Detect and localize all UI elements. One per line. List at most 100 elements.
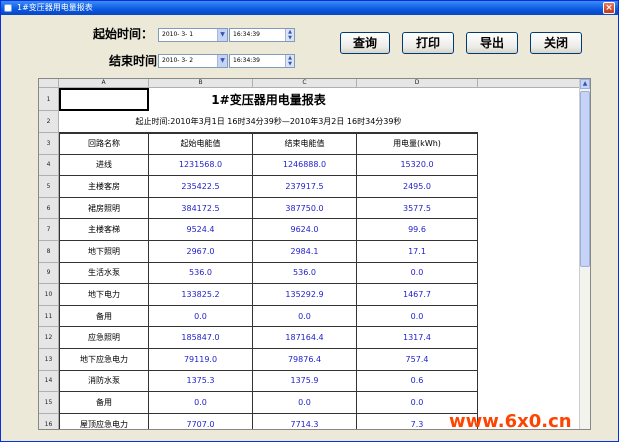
energy-value-cell[interactable]: 237917.5	[253, 176, 357, 198]
circuit-name-cell[interactable]: 地下电力	[59, 284, 149, 306]
column-header-d[interactable]: D	[357, 79, 478, 88]
circuit-name-cell[interactable]: 生活水泵	[59, 262, 149, 285]
energy-value-cell[interactable]: 757.4	[357, 349, 478, 371]
circuit-name-cell[interactable]: 地下照明	[59, 241, 149, 263]
energy-value-cell[interactable]: 2984.1	[253, 241, 357, 263]
energy-value-cell[interactable]: 15320.0	[357, 154, 478, 177]
circuit-name-cell[interactable]: 主楼客梯	[59, 219, 149, 241]
energy-value-cell[interactable]: 2495.0	[357, 176, 478, 198]
selected-cell-a1[interactable]	[59, 88, 149, 111]
end-date-picker[interactable]: 2010- 3- 2 ▼	[158, 54, 228, 68]
energy-value-cell[interactable]: 1246888.0	[253, 154, 357, 177]
energy-value-cell[interactable]: 9524.4	[149, 219, 253, 241]
spinner-arrows-icon[interactable]: ▲ ▼	[285, 55, 294, 67]
energy-value-cell[interactable]: 187164.4	[253, 327, 357, 349]
report-window: 1#变压器用电量报表 × 起始时间： 2010- 3- 1 ▼ 16:34:39…	[0, 0, 619, 442]
energy-value-cell[interactable]: 185847.0	[149, 327, 253, 349]
circuit-name-cell[interactable]: 备用	[59, 305, 149, 328]
row-header[interactable]: 9	[39, 262, 59, 285]
start-time-spinner[interactable]: 16:34:39 ▲ ▼	[229, 28, 295, 42]
energy-value-cell[interactable]: 133825.2	[149, 284, 253, 306]
row-header[interactable]: 10	[39, 284, 59, 306]
energy-value-cell[interactable]: 0.0	[149, 305, 253, 328]
row-header[interactable]: 8	[39, 241, 59, 263]
chevron-down-icon[interactable]: ▼	[217, 55, 227, 67]
energy-value-cell[interactable]: 99.6	[357, 219, 478, 241]
vertical-scrollbar[interactable]: ▲	[579, 79, 590, 429]
circuit-name-cell[interactable]: 主楼客房	[59, 176, 149, 198]
column-title-cell[interactable]: 起始电能值	[149, 133, 253, 155]
spinner-arrows-icon[interactable]: ▲ ▼	[285, 29, 294, 41]
start-time-value: 16:34:39	[233, 31, 260, 38]
row-header[interactable]: 16	[39, 413, 59, 429]
energy-value-cell[interactable]: 0.0	[149, 392, 253, 414]
row-header[interactable]: 3	[39, 133, 59, 155]
column-header-b[interactable]: B	[149, 79, 253, 88]
scroll-thumb[interactable]	[580, 91, 590, 267]
start-date-value: 2010- 3- 1	[162, 31, 194, 38]
export-button[interactable]: 导出	[466, 32, 518, 54]
sheet-corner[interactable]	[39, 79, 59, 88]
energy-value-cell[interactable]: 0.0	[357, 262, 478, 285]
energy-value-cell[interactable]: 0.6	[357, 370, 478, 393]
energy-value-cell[interactable]: 7707.0	[149, 413, 253, 429]
row-header[interactable]: 2	[39, 111, 59, 133]
row-header[interactable]: 14	[39, 370, 59, 393]
column-title-cell[interactable]: 回路名称	[59, 133, 149, 155]
energy-value-cell[interactable]: 79119.0	[149, 349, 253, 371]
circuit-name-cell[interactable]: 地下应急电力	[59, 349, 149, 371]
row-header[interactable]: 5	[39, 176, 59, 198]
energy-value-cell[interactable]: 1467.7	[357, 284, 478, 306]
scroll-up-icon[interactable]: ▲	[580, 79, 590, 89]
energy-value-cell[interactable]: 2967.0	[149, 241, 253, 263]
report-spreadsheet[interactable]: A B C D 1#变压器用电量报表 起止时间:2010年3月1日 16时34分…	[38, 78, 591, 430]
print-button[interactable]: 打印	[402, 32, 454, 54]
close-window-button[interactable]: ×	[603, 2, 615, 14]
column-header-c[interactable]: C	[253, 79, 357, 88]
row-header[interactable]: 12	[39, 327, 59, 349]
row-header[interactable]: 15	[39, 392, 59, 414]
energy-value-cell[interactable]: 384172.5	[149, 197, 253, 220]
circuit-name-cell[interactable]: 消防水泵	[59, 370, 149, 393]
energy-value-cell[interactable]: 0.0	[253, 305, 357, 328]
row-header[interactable]: 13	[39, 349, 59, 371]
start-date-picker[interactable]: 2010- 3- 1 ▼	[158, 28, 228, 42]
energy-value-cell[interactable]: 1317.4	[357, 327, 478, 349]
column-title-cell[interactable]: 结束电能值	[253, 133, 357, 155]
energy-value-cell[interactable]: 79876.4	[253, 349, 357, 371]
close-button[interactable]: 关闭	[530, 32, 582, 54]
circuit-name-cell[interactable]: 进线	[59, 154, 149, 177]
column-title-cell[interactable]: 用电量(kWh)	[357, 133, 478, 155]
report-period[interactable]: 起止时间:2010年3月1日 16时34分39秒—2010年3月2日 16时34…	[59, 111, 478, 133]
circuit-name-cell[interactable]: 应急照明	[59, 327, 149, 349]
row-header[interactable]: 6	[39, 197, 59, 220]
energy-value-cell[interactable]: 536.0	[149, 262, 253, 285]
energy-value-cell[interactable]: 536.0	[253, 262, 357, 285]
energy-value-cell[interactable]: 17.1	[357, 241, 478, 263]
energy-value-cell[interactable]: 3577.5	[357, 197, 478, 220]
watermark: www.6x0.cn	[449, 411, 572, 432]
energy-value-cell[interactable]: 387750.0	[253, 197, 357, 220]
chevron-down-icon[interactable]: ▼	[217, 29, 227, 41]
energy-value-cell[interactable]: 0.0	[253, 392, 357, 414]
row-header[interactable]: 11	[39, 305, 59, 328]
row-header[interactable]: 4	[39, 154, 59, 177]
energy-value-cell[interactable]: 9624.0	[253, 219, 357, 241]
column-header-a[interactable]: A	[59, 79, 149, 88]
row-header[interactable]: 1	[39, 88, 59, 111]
row-header[interactable]: 7	[39, 219, 59, 241]
circuit-name-cell[interactable]: 裙房照明	[59, 197, 149, 220]
query-button[interactable]: 查询	[340, 32, 390, 54]
circuit-name-cell[interactable]: 屋顶应急电力	[59, 413, 149, 429]
energy-value-cell[interactable]: 1231568.0	[149, 154, 253, 177]
energy-value-cell[interactable]: 1375.9	[253, 370, 357, 393]
energy-value-cell[interactable]: 135292.9	[253, 284, 357, 306]
circuit-name-cell[interactable]: 备用	[59, 392, 149, 414]
start-time-label: 起始时间：	[93, 27, 154, 41]
energy-value-cell[interactable]: 1375.3	[149, 370, 253, 393]
energy-value-cell[interactable]: 7714.3	[253, 413, 357, 429]
energy-value-cell[interactable]: 235422.5	[149, 176, 253, 198]
end-date-value: 2010- 3- 2	[162, 57, 194, 64]
energy-value-cell[interactable]: 0.0	[357, 305, 478, 328]
end-time-spinner[interactable]: 16:34:39 ▲ ▼	[229, 54, 295, 68]
